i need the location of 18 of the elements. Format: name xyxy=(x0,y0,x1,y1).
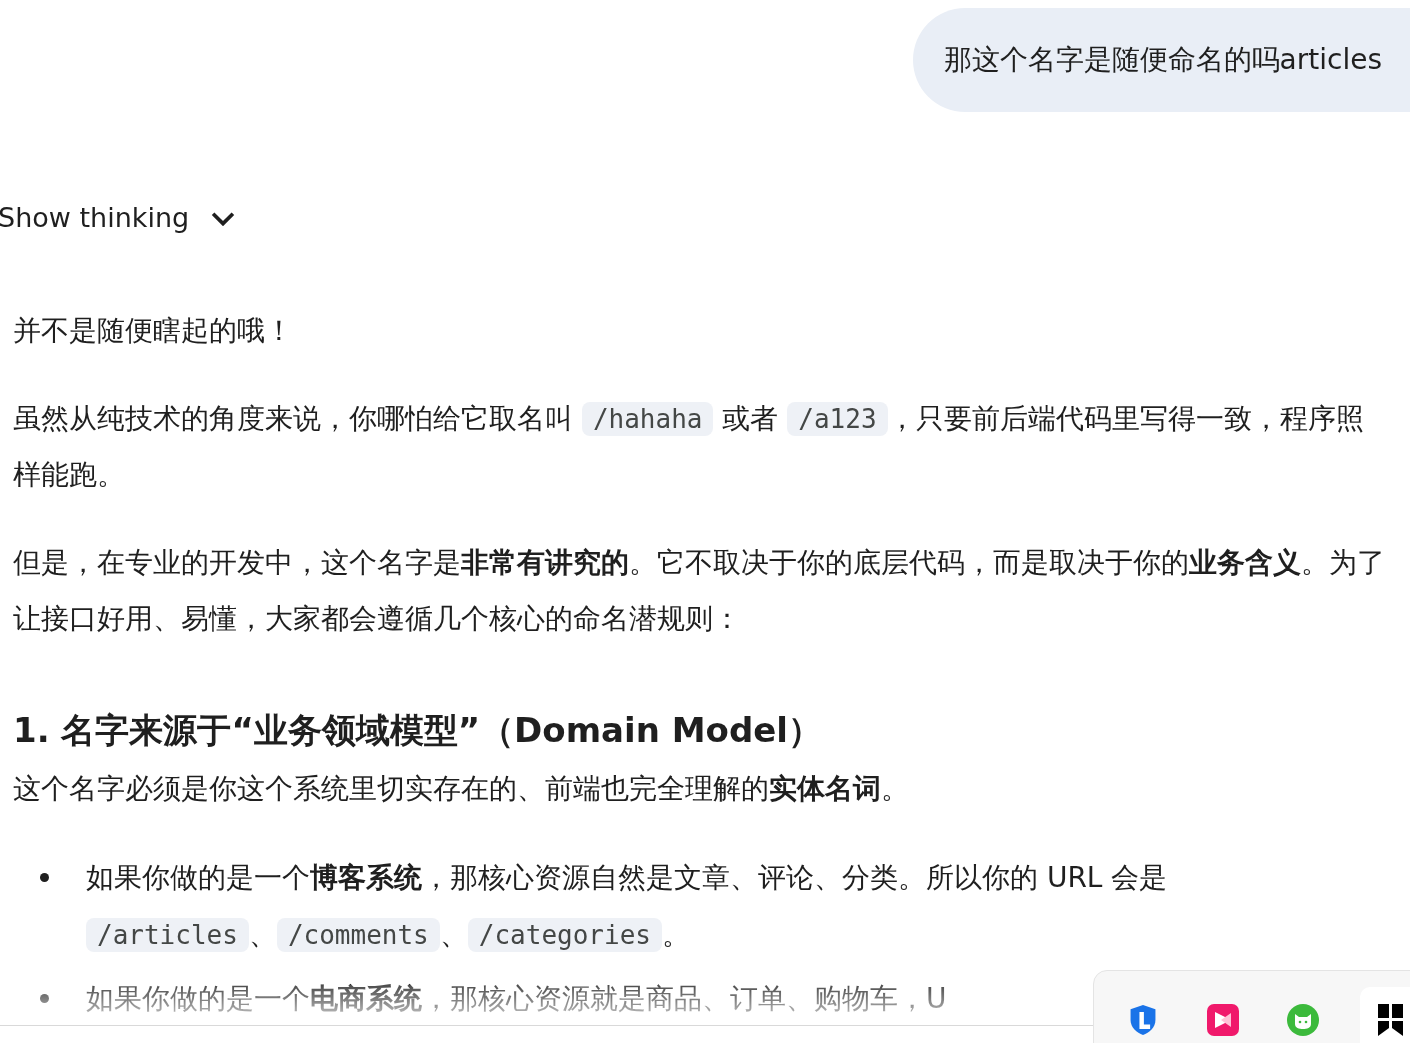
bowtie-app-icon[interactable] xyxy=(1207,1004,1239,1036)
paragraph: 虽然从纯技术的角度来说，你哪怕给它取名叫 /hahaha 或者 /a123 ，只要前后端代码里写得一致，程序照样能跑。 xyxy=(13,401,1365,493)
inline-code: /a123 xyxy=(787,402,888,436)
inline-code: /categories xyxy=(467,918,662,952)
show-thinking-toggle[interactable]: Show thinking xyxy=(0,202,236,233)
inline-code: /hahaha xyxy=(581,402,714,436)
inline-code: /articles xyxy=(86,918,249,952)
inline-code: /comments xyxy=(276,918,440,952)
bullet-icon xyxy=(40,994,49,1003)
bullet-icon xyxy=(40,873,49,882)
user-message-bubble: 那这个名字是随便命名的吗articles xyxy=(912,8,1410,112)
paragraph: 并不是随便瞎起的哦！ xyxy=(13,313,294,349)
paragraph: 但是，在专业的开发中，这个名字是非常有讲究的。它不取决于你的底层代码，而是取决于你的业务含义。为了让接口好用、易懂，大家都会遵循几个核心的命名潜规则： xyxy=(13,545,1386,637)
cat-icon[interactable] xyxy=(1287,1004,1319,1036)
bullet-text: 如果你做的是一个电商系统，那核心资源就是商品、订单、购物车，U xyxy=(86,981,947,1017)
paragraph: 这个名字必须是你这个系统里切实存在的、前端也完全理解的实体名词。 xyxy=(13,771,910,807)
section-heading: 1. 名字来源于“业务领域模型”（Domain Model） xyxy=(13,709,823,752)
bullet-text: 如果你做的是一个博客系统，那核心资源自然是文章、评论、分类。所以你的 URL 会是 /articles 、 /comments 、 /categories 。 xyxy=(86,860,1169,954)
